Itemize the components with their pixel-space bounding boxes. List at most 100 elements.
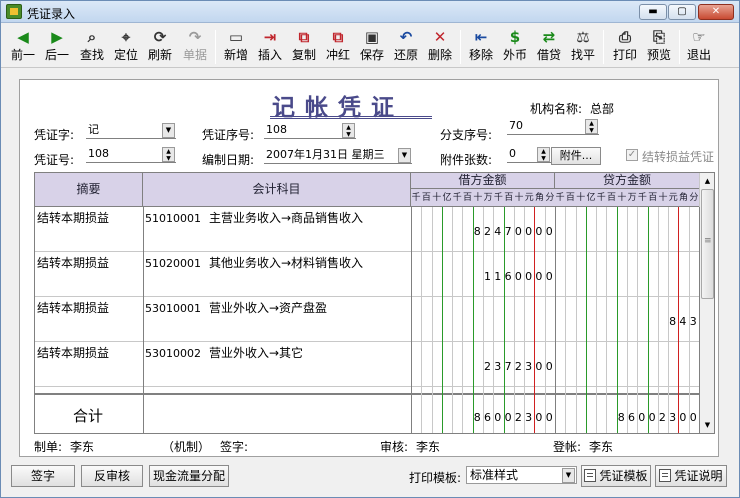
voucher-seq-value: 108 (266, 123, 287, 136)
amount-digit: 3 (689, 315, 697, 328)
digit-header: 百 (463, 193, 473, 203)
voucher-seq-input[interactable]: 108 ▲ ▼ (264, 122, 356, 139)
digit-header: 角 (535, 193, 545, 203)
insert-icon: ⇥ (263, 28, 277, 46)
money-column-line (657, 207, 659, 433)
chevron-down-icon[interactable]: ▼ (398, 148, 411, 163)
find-label: 查找 (79, 48, 104, 62)
attach-count-input[interactable]: 0 ▲ ▼ (507, 146, 551, 163)
chevron-down-icon[interactable]: ▼ (162, 123, 175, 138)
print-label: 打印 (612, 48, 637, 62)
minimize-button[interactable]: ▬ (639, 4, 667, 20)
attachment-button[interactable]: 附件... (551, 147, 601, 165)
refresh-icon: ⟳ (153, 28, 167, 46)
amount-digit: 0 (545, 270, 553, 283)
digit-header: 百 (504, 193, 514, 203)
remove-label: 移除 (468, 48, 493, 62)
money-column-line (493, 207, 495, 433)
app-icon (6, 4, 22, 19)
dc-button[interactable]: ⇄ 借贷 (533, 27, 565, 67)
add-button[interactable]: ▭ 新增 (220, 27, 252, 67)
amount-digit: 0 (525, 225, 533, 238)
carry-over-checkbox[interactable]: ✓ (626, 149, 638, 161)
scroll-up-icon[interactable]: ▲ (701, 174, 714, 188)
voucher-type-value: 记 (88, 123, 99, 136)
voucher-row[interactable]: 结转本期损益 53010001 营业外收入→资产盘盈 8 4 3 (35, 297, 699, 342)
find-button[interactable]: ⌕ 查找 (76, 27, 108, 67)
locate-button[interactable]: ⌖ 定位 (110, 27, 142, 67)
print-template-select[interactable]: 标准样式 ▼ (466, 466, 577, 484)
digit-header: 亿 (586, 193, 596, 203)
account-code: 53010002 (145, 347, 201, 360)
forex-button[interactable]: $ 外币 (499, 27, 531, 67)
voucher-row[interactable]: 结转本期损益 51020001 其他业务收入→材料销售收入 1 1 6 0 0 0 0 (35, 252, 699, 297)
scroll-thumb[interactable] (701, 189, 714, 299)
amount-digit: 0 (514, 270, 522, 283)
restore-icon: ↶ (399, 28, 413, 46)
amount-digit: 2 (484, 360, 491, 373)
date-picker[interactable]: 2007年1月31日 星期三 ▼ (264, 147, 412, 164)
money-column-line (678, 207, 680, 433)
close-button[interactable]: ✕ (698, 4, 734, 20)
amount-digit: 6 (628, 411, 635, 424)
amount-digit: 3 (494, 360, 502, 373)
prev-button[interactable]: ◀ 前一 (7, 27, 39, 67)
chevron-down-icon[interactable]: ▼ (562, 468, 575, 483)
balance-button[interactable]: ⚖ 找平 (567, 27, 599, 67)
digit-header: 百 (648, 193, 658, 203)
voucher-type-select[interactable]: 记 ▼ (86, 122, 176, 139)
toolbar: ◀ 前一 ▶ 后一 ⌕ 查找 ⌖ 定位 ⟳ 刷新 ↷ 单据 ▭ 新增 ⇥ 插入 ⧉ 复制 ⧉ 冲红 ▣ 保存 ↶ 还原 ✕ 删除 ⇤… (1, 24, 739, 68)
digit-header: 千 (452, 193, 462, 203)
delete-icon: ✕ (433, 28, 447, 46)
exit-button[interactable]: ☞ 退出 (683, 27, 715, 67)
delete-button[interactable]: ✕ 删除 (424, 27, 456, 67)
spin-stepper-icon[interactable]: ▲ ▼ (585, 119, 598, 134)
vertical-scrollbar[interactable]: ▲ ▼ (699, 173, 714, 433)
copy-label: 复制 (291, 48, 316, 62)
amount-digit: 0 (545, 225, 553, 238)
print-button[interactable]: ⎙ 打印 (609, 27, 641, 67)
voucher-row[interactable]: 结转本期损益 53010002 营业外收入→其它 2 3 7 2 3 0 0 (35, 342, 699, 387)
unaudit-button[interactable]: 反审核 (81, 465, 143, 487)
cashflow-button[interactable]: 现金流量分配 (149, 465, 229, 487)
digit-header: 千 (555, 193, 565, 203)
save-button[interactable]: ▣ 保存 (356, 27, 388, 67)
amount-digit: 7 (504, 225, 512, 238)
maximize-button[interactable]: ▢ (668, 4, 696, 20)
remove-button[interactable]: ⇤ 移除 (465, 27, 497, 67)
sign-label: 签字: (220, 440, 249, 454)
save-label: 保存 (359, 48, 384, 62)
amount-digit: 2 (484, 225, 491, 238)
account-name: 营业外收入→资产盘盈 (209, 301, 328, 315)
title-bar[interactable]: 凭证录入 ▬ ▢ ✕ (1, 1, 739, 23)
reverse-button[interactable]: ⧉ 冲红 (322, 27, 354, 67)
digit-header: 分 (545, 193, 555, 203)
prev-label: 前一 (10, 48, 35, 62)
amount-digit: 2 (658, 411, 666, 424)
sign-button[interactable]: 签字 (11, 465, 75, 487)
next-button[interactable]: ▶ 后一 (41, 27, 73, 67)
voucher-row[interactable]: 结转本期损益 51010001 主营业务收入→商品销售收入 8 2 4 7 0 0 0 0 (35, 207, 699, 252)
restore-button[interactable]: ↶ 还原 (390, 27, 422, 67)
audit-value: 李东 (416, 440, 441, 454)
money-column-line (668, 207, 670, 433)
spin-stepper-icon[interactable]: ▲ ▼ (342, 123, 355, 138)
voucher-no-input[interactable]: 108 ▲ ▼ (86, 146, 176, 163)
branch-seq-input[interactable]: 70 ▲ ▼ (507, 118, 599, 135)
digit-header: 万 (627, 193, 637, 203)
refresh-button[interactable]: ⟳ 刷新 (144, 27, 176, 67)
spin-stepper-icon[interactable]: ▲ ▼ (162, 147, 175, 162)
voucher-template-button[interactable]: 凭证模板 (581, 465, 651, 487)
insert-button[interactable]: ⇥ 插入 (254, 27, 286, 67)
locate-icon: ⌖ (121, 28, 131, 46)
voucher-desc-button[interactable]: 凭证说明 (655, 465, 727, 487)
money-column-line (616, 207, 618, 433)
scroll-down-icon[interactable]: ▼ (701, 418, 714, 432)
digit-header: 十 (514, 193, 524, 203)
spin-stepper-icon[interactable]: ▲ ▼ (537, 147, 550, 162)
row-account: 53010002 营业外收入→其它 (145, 344, 303, 361)
copy-button[interactable]: ⧉ 复制 (288, 27, 320, 67)
audit-label: 审核: (380, 440, 409, 454)
preview-button[interactable]: ⎘ 预览 (643, 27, 675, 67)
print-template-label: 打印模板: (409, 471, 462, 485)
